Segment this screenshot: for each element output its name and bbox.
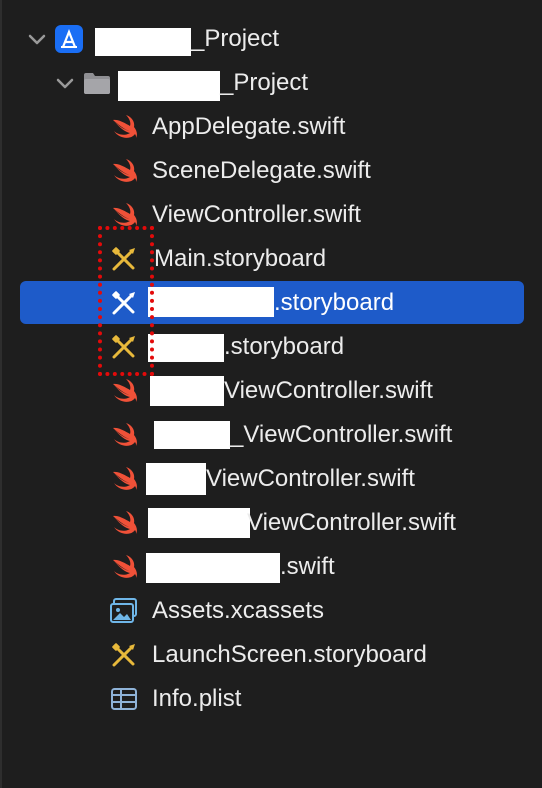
redacted-name [150, 376, 224, 406]
tree-row-root-project[interactable]: _Project [0, 17, 542, 61]
file-label: SceneDelegate.swift [152, 157, 371, 184]
file-label: .storyboard [224, 333, 345, 360]
tree-row-group[interactable]: _Project [0, 61, 542, 105]
redacted-name [148, 508, 250, 538]
file-label: Assets.xcassets [152, 597, 325, 624]
file-row-selected[interactable]: .storyboard [0, 281, 542, 325]
file-label: ViewController.swift [152, 201, 361, 228]
file-row[interactable]: LaunchScreen.storyboard [0, 633, 542, 677]
file-row[interactable]: Assets.xcassets [0, 589, 542, 633]
file-row[interactable]: Info.plist [0, 677, 542, 721]
chevron-down-icon[interactable] [26, 28, 48, 50]
chevron-down-icon[interactable] [54, 72, 76, 94]
file-label: ViewController.swift [224, 377, 433, 404]
project-navigator: { "navigator": { "root_project": { "labe… [0, 0, 542, 788]
file-row[interactable]: _ViewController.swift [0, 413, 542, 457]
swift-icon [109, 112, 139, 142]
swift-icon [109, 420, 139, 450]
file-row[interactable]: AppDelegate.swift [0, 105, 542, 149]
swift-icon [109, 464, 139, 494]
group-label: _Project [220, 69, 309, 96]
file-row[interactable]: Main.storyboard [0, 237, 542, 281]
file-row[interactable]: ViewController.swift [0, 457, 542, 501]
file-row[interactable]: .storyboard [0, 325, 542, 369]
redacted-name [118, 71, 220, 101]
xcode-project-icon [55, 25, 83, 53]
file-row[interactable]: ViewController.swift [0, 369, 542, 413]
storyboard-icon [109, 640, 139, 670]
root-project-label: _Project [191, 25, 280, 52]
file-label: Main.storyboard [154, 245, 327, 272]
redacted-name [95, 28, 191, 56]
file-label: LaunchScreen.storyboard [152, 641, 427, 668]
redacted-name [146, 463, 206, 495]
file-label: AppDelegate.swift [152, 113, 346, 140]
file-row[interactable]: ViewController.swift [0, 193, 542, 237]
asset-catalog-icon [110, 598, 137, 623]
file-label: ViewController.swift [247, 509, 456, 536]
folder-icon [84, 73, 110, 94]
redacted-name [146, 553, 280, 583]
file-label: Info.plist [152, 685, 242, 712]
file-label: ViewController.swift [206, 465, 415, 492]
file-row[interactable]: SceneDelegate.swift [0, 149, 542, 193]
redacted-name [148, 287, 274, 317]
swift-icon [109, 508, 139, 538]
file-row[interactable]: ViewController.swift [0, 501, 542, 545]
redacted-name [148, 334, 224, 362]
redacted-name [154, 421, 230, 449]
swift-icon [109, 156, 139, 186]
plist-table-icon [111, 688, 137, 710]
swift-icon [109, 552, 139, 582]
file-label: .storyboard [274, 289, 395, 316]
file-row[interactable]: .swift [0, 545, 542, 589]
swift-icon [109, 376, 139, 406]
file-label: .swift [280, 553, 335, 580]
file-label: _ViewController.swift [230, 421, 453, 448]
annotation-highlight-box [98, 226, 154, 376]
